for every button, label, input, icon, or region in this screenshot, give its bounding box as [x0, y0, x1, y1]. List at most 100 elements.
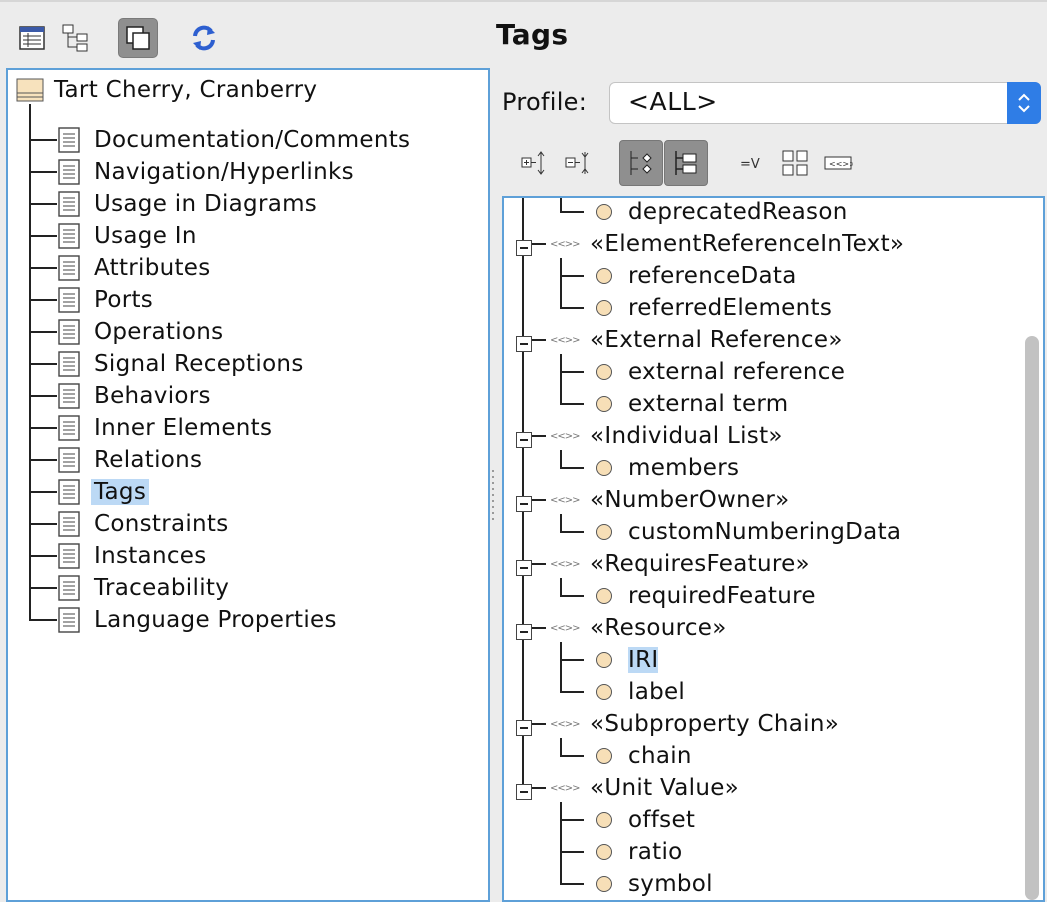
- tree-item-documentation-comments[interactable]: Documentation/Comments: [94, 124, 410, 156]
- tag-customnumberingdata[interactable]: customNumberingData: [628, 516, 901, 548]
- tag-iri[interactable]: IRI: [628, 644, 659, 676]
- tree-item-label: Usage In: [94, 223, 197, 249]
- stereotype-subproperty-chain[interactable]: «Subproperty Chain»: [590, 708, 839, 740]
- stereotype-button[interactable]: <<>>: [820, 140, 856, 186]
- tree-connector-line: [560, 883, 584, 885]
- tree-item-label: Usage in Diagrams: [94, 191, 318, 217]
- collapse-toggle[interactable]: [516, 720, 532, 736]
- tag-property-icon: [596, 300, 612, 316]
- collapse-toggle[interactable]: [516, 432, 532, 448]
- tag-offset[interactable]: offset: [628, 804, 695, 836]
- tree-item-traceability[interactable]: Traceability: [94, 572, 229, 604]
- document-icon: [58, 287, 80, 317]
- tree-mode-button[interactable]: [664, 140, 708, 186]
- collapse-toggle[interactable]: [516, 240, 532, 256]
- stereotype-unit-value[interactable]: «Unit Value»: [590, 772, 739, 804]
- tag-label: referenceData: [628, 263, 797, 289]
- stereotype-icon: <<>>: [550, 332, 581, 349]
- tree-item-operations[interactable]: Operations: [94, 316, 223, 348]
- tree-connector-line: [560, 307, 584, 309]
- tag-property-icon: [596, 876, 612, 892]
- tag-label: ratio: [628, 839, 683, 865]
- tree-connector-line: [532, 243, 546, 245]
- tag-ratio[interactable]: ratio: [628, 836, 683, 868]
- tree-item-relations[interactable]: Relations: [94, 444, 202, 476]
- refresh-icon: [193, 25, 215, 51]
- tree-item-tags[interactable]: Tags: [91, 476, 150, 508]
- tree-connector-line: [560, 578, 562, 596]
- tag-symbol[interactable]: symbol: [628, 868, 713, 900]
- refresh-button[interactable]: [184, 18, 224, 58]
- collapse-toggle[interactable]: [516, 336, 532, 352]
- stereotype-label: «Subproperty Chain»: [590, 711, 840, 737]
- stereotype-numberowner[interactable]: «NumberOwner»: [590, 484, 790, 516]
- tree-item-inner-elements[interactable]: Inner Elements: [94, 412, 272, 444]
- stereotype-resource[interactable]: «Resource»: [590, 612, 727, 644]
- tree-item-label: Navigation/Hyperlinks: [94, 159, 354, 185]
- tree-connector-line: [532, 339, 546, 341]
- tag-chain[interactable]: chain: [628, 740, 692, 772]
- collapse-toggle[interactable]: [516, 624, 532, 640]
- table-view-button[interactable]: [12, 18, 52, 58]
- tag-label: members: [628, 455, 740, 481]
- collapse-toggle[interactable]: [516, 560, 532, 576]
- tag-label: chain: [628, 743, 692, 769]
- tag-deprecatedreason[interactable]: deprecatedReason: [628, 198, 848, 228]
- tree-item-constraints[interactable]: Constraints: [94, 508, 229, 540]
- stereotype-external-reference[interactable]: «External Reference»: [590, 324, 843, 356]
- tag-referencedata[interactable]: referenceData: [628, 260, 797, 292]
- stereotype-label: «RequiresFeature»: [590, 551, 810, 577]
- tree-connector-line: [560, 851, 584, 853]
- tree-connector-line: [29, 587, 57, 589]
- tree-item-navigation-hyperlinks[interactable]: Navigation/Hyperlinks: [94, 156, 354, 188]
- tag-label[interactable]: label: [628, 676, 685, 708]
- tree-item-signal-receptions[interactable]: Signal Receptions: [94, 348, 304, 380]
- profile-select[interactable]: <ALL>: [609, 82, 1041, 124]
- tag-label: requiredFeature: [628, 583, 816, 609]
- collapse-toggle[interactable]: [516, 496, 532, 512]
- document-icon: [58, 159, 80, 189]
- stereotype-requiresfeature[interactable]: «RequiresFeature»: [590, 548, 810, 580]
- tree-item-instances[interactable]: Instances: [94, 540, 207, 572]
- stereotype-elementreferenceintext[interactable]: «ElementReferenceInText»: [590, 228, 904, 260]
- select-arrows-icon[interactable]: [1007, 82, 1041, 124]
- collapse-toggle[interactable]: [516, 784, 532, 800]
- tree-item-ports[interactable]: Ports: [94, 284, 153, 316]
- tree-item-usage-in-diagrams[interactable]: Usage in Diagrams: [94, 188, 317, 220]
- tag-property-icon: [596, 524, 612, 540]
- tree-root-node[interactable]: Tart Cherry, Cranberry: [16, 74, 317, 106]
- tag-label: offset: [628, 807, 696, 833]
- tree-view-icon: [62, 24, 88, 52]
- vertical-scrollbar-thumb[interactable]: [1025, 336, 1039, 900]
- show-values-button[interactable]: =V: [734, 140, 768, 186]
- tag-external-reference[interactable]: external reference: [628, 356, 845, 388]
- stereotype-icon: <<>>: [550, 716, 581, 733]
- stereotype-label: «Individual List»: [590, 423, 783, 449]
- tag-referredelements[interactable]: referredElements: [628, 292, 832, 324]
- copy-button[interactable]: [118, 18, 158, 58]
- splitter-handle[interactable]: [492, 470, 495, 526]
- document-icon: [58, 575, 80, 605]
- tree-connector-line: [560, 595, 584, 597]
- tag-label: customNumberingData: [628, 519, 902, 545]
- tree-connector-line: [532, 723, 546, 725]
- stereotype-individual-list[interactable]: «Individual List»: [590, 420, 783, 452]
- grid-button[interactable]: [777, 140, 813, 186]
- tree-item-usage-in[interactable]: Usage In: [94, 220, 197, 252]
- group-by-button[interactable]: [619, 140, 663, 186]
- tree-connector-line: [29, 395, 57, 397]
- tag-property-icon: [596, 396, 612, 412]
- tree-item-attributes[interactable]: Attributes: [94, 252, 211, 284]
- tree-item-language-properties[interactable]: Language Properties: [94, 604, 337, 636]
- document-icon: [58, 351, 80, 381]
- tree-view-button[interactable]: [56, 18, 96, 58]
- tree-connector-line: [29, 104, 31, 620]
- tag-members[interactable]: members: [628, 452, 739, 484]
- tree-connector-line: [29, 331, 57, 333]
- tag-external-term[interactable]: external term: [628, 388, 788, 420]
- tag-requiredfeature[interactable]: requiredFeature: [628, 580, 816, 612]
- collapse-all-button[interactable]: [558, 140, 596, 186]
- expand-all-button[interactable]: [514, 140, 552, 186]
- tree-item-behaviors[interactable]: Behaviors: [94, 380, 211, 412]
- expand-all-icon: [521, 151, 545, 175]
